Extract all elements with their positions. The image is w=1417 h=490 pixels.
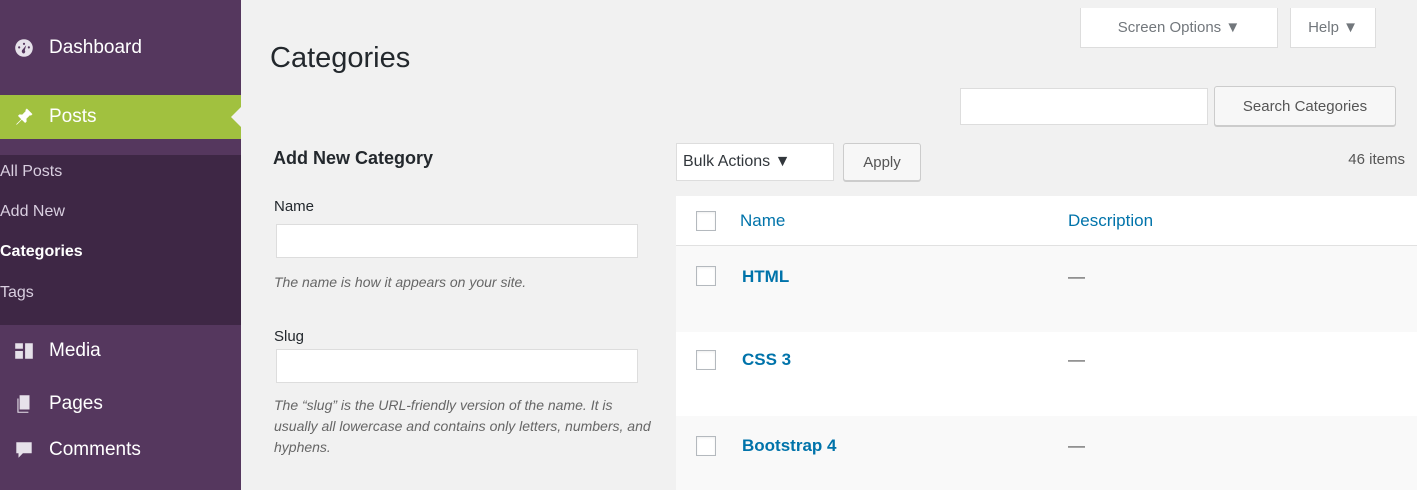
search-categories-button[interactable]: Search Categories — [1214, 86, 1396, 126]
table-header: Name Description — [676, 196, 1417, 246]
row-checkbox[interactable] — [696, 436, 716, 456]
admin-sidebar: Dashboard Posts All Posts Add New Catego… — [0, 0, 241, 490]
name-description: The name is how it appears on your site. — [274, 274, 527, 290]
category-description: — — [1068, 436, 1085, 455]
menu-item-pages[interactable]: Pages — [0, 382, 241, 426]
category-description: — — [1068, 267, 1085, 286]
table-row: CSS 3 — — [676, 332, 1417, 416]
row-checkbox[interactable] — [696, 350, 716, 370]
pages-icon — [13, 393, 35, 415]
add-new-category-heading: Add New Category — [273, 148, 434, 168]
category-name-input[interactable] — [276, 224, 638, 258]
category-description: — — [1068, 350, 1085, 369]
pin-icon — [13, 106, 35, 128]
active-indicator — [231, 107, 241, 127]
menu-item-posts[interactable]: Posts — [0, 95, 241, 139]
submenu-add-new[interactable]: Add New — [0, 203, 65, 221]
search-categories-input[interactable] — [960, 88, 1208, 125]
slug-description: The “slug” is the URL-friendly version o… — [274, 397, 651, 455]
page-title: Categories — [270, 42, 411, 74]
menu-item-media[interactable]: Media — [0, 329, 241, 373]
table-row: Bootstrap 4 — — [676, 416, 1417, 490]
comment-icon — [13, 439, 35, 461]
menu-label-comments: Comments — [49, 439, 141, 460]
column-header-description[interactable]: Description — [1068, 211, 1153, 231]
menu-item-comments[interactable]: Comments — [0, 428, 241, 472]
posts-submenu: All Posts Add New Categories Tags — [0, 155, 241, 325]
category-name-link[interactable]: HTML — [742, 267, 789, 287]
slug-label: Slug — [274, 328, 305, 345]
help-button[interactable]: Help ▼ — [1290, 8, 1376, 48]
category-slug-input[interactable] — [276, 349, 638, 383]
menu-label-pages: Pages — [49, 393, 103, 414]
menu-item-dashboard[interactable]: Dashboard — [0, 26, 241, 70]
row-checkbox[interactable] — [696, 266, 716, 286]
items-count: 46 items — [1348, 151, 1405, 168]
submenu-categories[interactable]: Categories — [0, 243, 83, 261]
column-header-name[interactable]: Name — [740, 211, 785, 231]
apply-button[interactable]: Apply — [843, 143, 921, 181]
submenu-all-posts[interactable]: All Posts — [0, 163, 62, 181]
submenu-tags[interactable]: Tags — [0, 284, 34, 302]
media-icon — [13, 340, 35, 362]
name-label: Name — [274, 198, 315, 215]
menu-label-dashboard: Dashboard — [49, 37, 142, 58]
screen-options-button[interactable]: Screen Options ▼ — [1080, 8, 1278, 48]
bulk-actions-select[interactable]: Bulk Actions ▼ — [676, 143, 834, 181]
category-name-link[interactable]: CSS 3 — [742, 350, 791, 370]
menu-label-media: Media — [49, 340, 101, 361]
dashboard-icon — [13, 37, 35, 59]
table-row: HTML — — [676, 246, 1417, 332]
category-name-link[interactable]: Bootstrap 4 — [742, 436, 836, 456]
menu-label-posts: Posts — [49, 106, 97, 127]
select-all-checkbox[interactable] — [696, 211, 716, 231]
